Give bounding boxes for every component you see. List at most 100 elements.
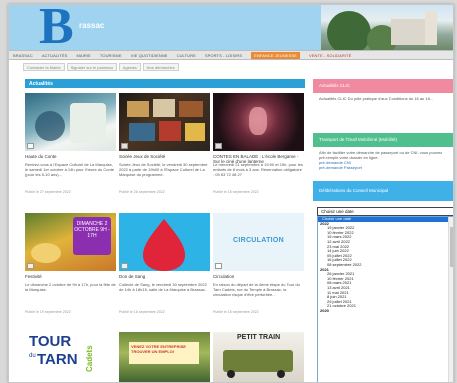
circulation-caption: CIRCULATION	[233, 237, 284, 244]
news-title[interactable]: Don de Sang	[119, 274, 210, 279]
news-card[interactable]: Haute du Conte Rentrez-vous à l'Espace C…	[25, 93, 116, 194]
news-title[interactable]: Soirée Jeux de Société	[119, 154, 210, 159]
illustration-shape	[70, 103, 106, 143]
news-card[interactable]: VENEZ VOTRE ENTREPRISE TROUVER UN EMPLOI	[119, 332, 210, 382]
news-image[interactable]: DIMANCHE 2 OCTOBRE 9H - 17H	[25, 213, 116, 271]
game-box-shape	[153, 99, 175, 117]
news-card[interactable]: Don de Sang Collecte de Sang, le vendred…	[119, 213, 210, 314]
news-date: Publié le 16 septembre 2022	[213, 310, 259, 314]
site-logo[interactable]: B	[39, 5, 74, 55]
news-title[interactable]: CONTES EN BALADE : L'école Bergame - Sur…	[213, 154, 304, 164]
panel-transport-body: Afin de faciliter votre démarche de pass…	[313, 147, 453, 181]
panel-transport-text: Afin de faciliter votre démarche de pass…	[319, 150, 443, 160]
news-card[interactable]: CIRCULATION Circulation En raison du dép…	[213, 213, 304, 314]
news-row: Haute du Conte Rentrez-vous à l'Espace C…	[25, 93, 305, 194]
news-title[interactable]: Haute du Conte	[25, 154, 116, 159]
main-nav: BRASSAC ACTUALITÉS MAIRIE TOURISME VIE QUOTI…	[9, 50, 453, 60]
nav-item[interactable]: VENTE - SOLIDARITÉ	[309, 53, 351, 58]
news-excerpt: Rentrez-vous à l'Espace Culturel de La M…	[25, 162, 115, 177]
game-box-shape	[129, 123, 155, 141]
news-card[interactable]: DIMANCHE 2 OCTOBRE 9H - 17H Festivité Le…	[25, 213, 116, 314]
nav-item[interactable]: BRASSAC	[13, 53, 33, 58]
illustration-shape	[35, 111, 65, 141]
news-excerpt: En raison du départ de la 4ème étape du …	[213, 282, 300, 297]
nav-item[interactable]: TOURISME	[100, 53, 122, 58]
nav-item[interactable]: CULTURE	[177, 53, 196, 58]
cadets-text: Cadets	[85, 345, 94, 372]
tower-shape	[425, 11, 437, 45]
news-excerpt: Le mercredi 21 septembre à 19:00 et 19h,…	[213, 162, 303, 177]
news-image[interactable]: PETIT TRAIN	[213, 332, 304, 382]
tour-du-text: du	[29, 353, 36, 359]
subnav-item[interactable]: Agenda	[118, 63, 141, 71]
dropdown-scrollbar[interactable]	[448, 217, 453, 382]
blood-drop-icon	[143, 219, 185, 271]
news-image[interactable]	[25, 93, 116, 151]
date-select[interactable]: Choisir une date	[317, 207, 453, 216]
vegetable-shape	[31, 243, 61, 263]
news-image[interactable]: TOUR du TARN Cadets	[25, 332, 116, 382]
news-date: Publié le 16 septembre 2022	[119, 310, 165, 314]
news-date: Publié le 27 septembre 2022	[25, 190, 71, 194]
scrollbar-thumb[interactable]	[450, 227, 453, 267]
date-option-group: 2020	[320, 307, 329, 313]
browser-page: B rassac BRASSAC ACTUALITÉS MAIRIE TOURISME…	[8, 4, 454, 383]
sub-nav: Contacter la Mairie Signaler sur le panne…	[23, 63, 181, 71]
subnav-item[interactable]: Contacter la Mairie	[23, 63, 65, 71]
news-date: Publié le 26 septembre 2022	[119, 190, 165, 194]
panel-transport-header[interactable]: Transport de l'Outil Mobilinné (Mobilité…	[313, 133, 453, 147]
game-box-shape	[185, 123, 205, 141]
news-image[interactable]: VENEZ VOTRE ENTREPRISE TROUVER UN EMPLOI	[119, 332, 210, 382]
news-excerpt: Soirée Jeux de Société, le vendredi 30 s…	[119, 162, 208, 177]
date-dropdown-list[interactable]: Choisir une date 2022 19 janvier 2022 10 fé…	[317, 216, 453, 382]
tarn-text: TARN	[37, 351, 78, 368]
nav-item[interactable]: VIE QUOTIDIENNE	[131, 53, 168, 58]
site-logo-text: rassac	[79, 21, 105, 30]
panel-deliberations-header[interactable]: Délibérations du Conseil Municipal	[313, 181, 453, 201]
news-image[interactable]	[213, 93, 304, 151]
wheel-shape	[227, 370, 235, 378]
news-date: Publié le 19 septembre 2022	[25, 310, 71, 314]
nav-item[interactable]: ACTUALITÉS	[42, 53, 68, 58]
news-image[interactable]	[119, 93, 210, 151]
news-card[interactable]: Soirée Jeux de Société Soirée Jeux de So…	[119, 93, 210, 194]
subnav-item[interactable]: Signaler sur le panneau	[66, 63, 117, 71]
event-date-text: DIMANCHE 2 OCTOBRE 9H - 17H	[74, 221, 110, 239]
performer-shape	[249, 107, 267, 135]
image-badge-icon	[215, 143, 222, 149]
news-card[interactable]: PETIT TRAIN	[213, 332, 304, 382]
game-box-shape	[127, 101, 149, 117]
news-card[interactable]: CONTES EN BALADE : L'école Bergame - Sur…	[213, 93, 304, 194]
news-excerpt: Le dimanche 2 octobre de 9h à 17h, pour …	[25, 282, 116, 292]
news-row: TOUR du TARN Cadets VENEZ VOTRE ENTREPRI…	[25, 332, 305, 382]
panel-clic-header[interactable]: Actualités CLIC	[313, 79, 453, 93]
subnav-item[interactable]: Nos démarches	[142, 63, 179, 71]
news-date: Publié le 16 septembre 2022	[213, 190, 259, 194]
nav-item[interactable]: SPORTS - LOISIRS	[205, 53, 242, 58]
image-badge-icon	[27, 263, 34, 269]
game-box-shape	[159, 121, 181, 141]
news-title[interactable]: Circulation	[213, 274, 304, 279]
event-date-badge: DIMANCHE 2 OCTOBRE 9H - 17H	[73, 217, 111, 255]
news-card[interactable]: TOUR du TARN Cadets	[25, 332, 116, 382]
tour-title-text: TOUR	[29, 333, 72, 350]
news-title[interactable]: Festivité	[25, 274, 116, 279]
news-row: DIMANCHE 2 OCTOBRE 9H - 17H Festivité Le…	[25, 213, 305, 314]
passport-link[interactable]: pré-demande Passeport	[319, 165, 447, 170]
panel-clic-text: Actualités CLIC Du pôle pratique d'aux C…	[319, 96, 434, 101]
train-shape	[223, 350, 293, 372]
wheel-shape	[277, 370, 285, 378]
game-box-shape	[179, 101, 203, 117]
news-excerpt: Collecte de Sang, le vendredi 30 septemb…	[119, 282, 207, 292]
news-image[interactable]	[119, 213, 210, 271]
image-badge-icon	[121, 263, 128, 269]
petit-train-text: PETIT TRAIN	[237, 334, 281, 341]
image-badge-icon	[27, 143, 34, 149]
news-image[interactable]: CIRCULATION	[213, 213, 304, 271]
news-section: Actualités	[25, 79, 305, 88]
image-badge-icon	[215, 263, 222, 269]
job-ad-caption: VENEZ VOTRE ENTREPRISE TROUVER UN EMPLOI	[129, 342, 199, 364]
tree-shape	[327, 11, 371, 55]
nav-item[interactable]: MAIRIE	[77, 53, 91, 58]
nav-item[interactable]: ENFANCE JEUNESSE	[251, 51, 300, 59]
